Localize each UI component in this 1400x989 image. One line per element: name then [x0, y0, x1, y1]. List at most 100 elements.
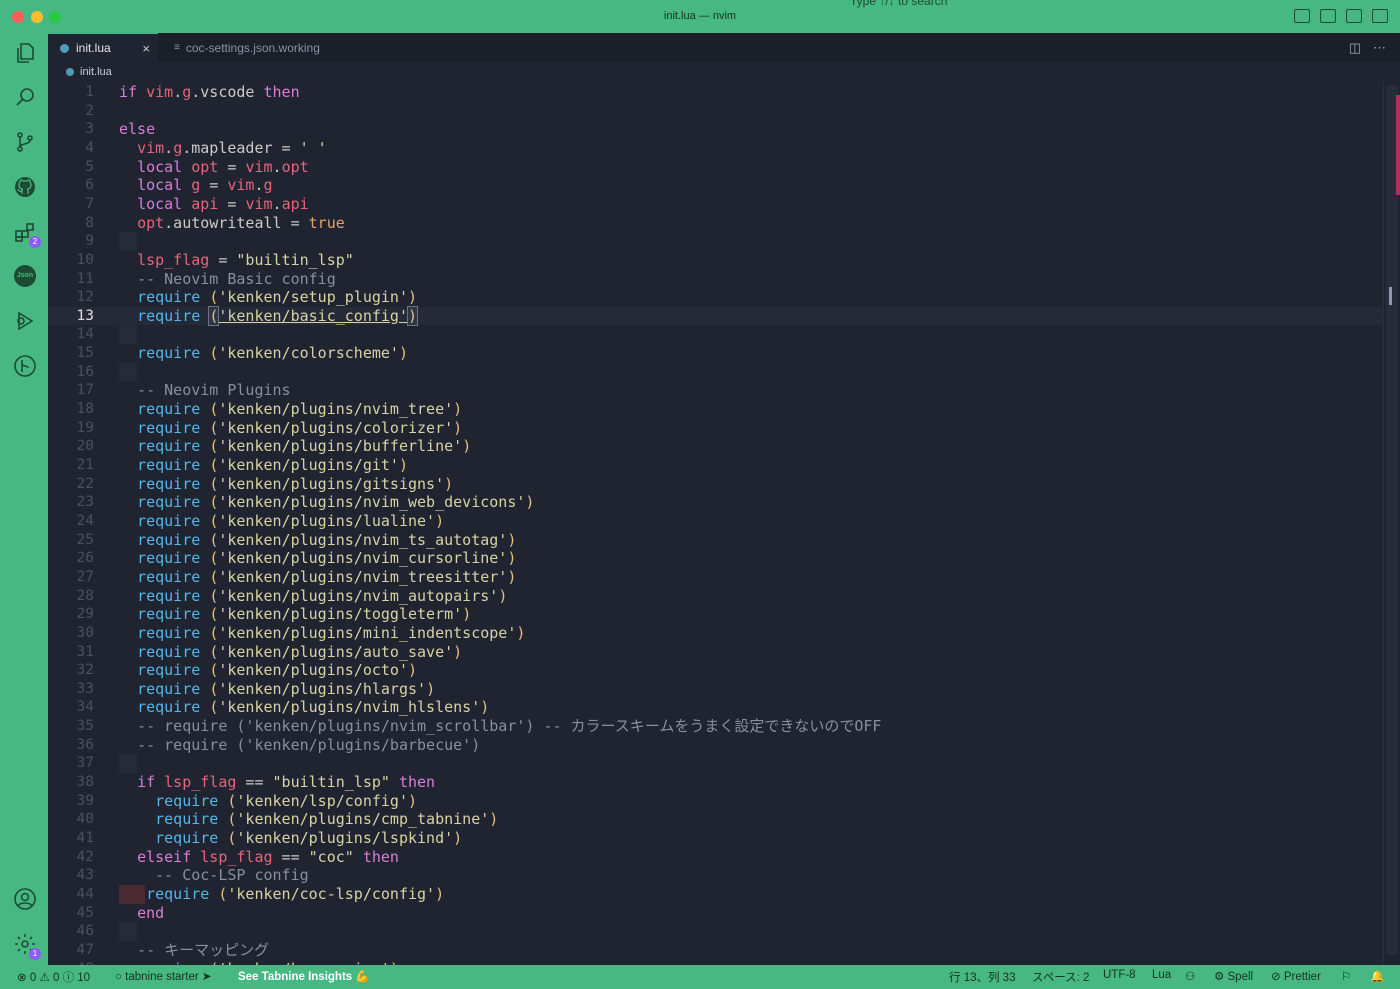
feedback-icon[interactable]: ⚐: [1341, 969, 1351, 983]
code-line[interactable]: 15 require ('kenken/colorscheme'): [48, 344, 1383, 363]
close-tab-icon[interactable]: ×: [142, 41, 150, 56]
notifications-bell-icon[interactable]: 🔔: [1370, 969, 1384, 983]
settings-gear-icon[interactable]: 1: [12, 931, 41, 960]
git-graph-icon[interactable]: [12, 353, 38, 379]
tabnine-label: tabnine starter: [125, 971, 199, 983]
line-number: 33: [76, 680, 94, 697]
code-text: require ('kenken/plugins/nvim_ts_autotag…: [137, 530, 517, 549]
json-icon[interactable]: Json: [12, 263, 38, 289]
code-line[interactable]: 39 require ('kenken/lsp/config'): [48, 792, 1383, 811]
code-line[interactable]: 14: [48, 325, 1383, 345]
prettier-label: Prettier: [1283, 971, 1321, 983]
code-line[interactable]: 9: [48, 232, 1383, 251]
search-icon[interactable]: [12, 84, 38, 110]
code-line[interactable]: 10 lsp_flag = "builtin_lsp": [48, 251, 1383, 270]
command-search[interactable]: Type ↑/↓ to search: [850, 0, 947, 8]
spell-status[interactable]: ⚙ Spell: [1214, 969, 1253, 983]
code-line[interactable]: 19 require ('kenken/plugins/colorizer'): [48, 419, 1383, 438]
toggle-primary-sidebar-icon[interactable]: [1294, 9, 1310, 23]
code-text: require ('kenken/plugins/nvim_hlslens'): [137, 698, 490, 717]
code-line[interactable]: 21 require ('kenken/plugins/git'): [48, 456, 1383, 475]
indentation[interactable]: スペース: 2: [1032, 969, 1089, 985]
code-line[interactable]: 33 require ('kenken/plugins/hlargs'): [48, 680, 1383, 699]
code-line[interactable]: 27 require ('kenken/plugins/nvim_treesit…: [48, 568, 1383, 587]
code-line[interactable]: 8 opt.autowriteall = true: [48, 214, 1383, 233]
files-icon[interactable]: [12, 40, 38, 66]
code-line[interactable]: 16: [48, 362, 1383, 382]
code-line[interactable]: 43 -- Coc-LSP config: [48, 866, 1383, 885]
code-line[interactable]: 23 require ('kenken/plugins/nvim_web_dev…: [48, 493, 1383, 512]
toggle-panel-icon[interactable]: [1320, 9, 1336, 23]
code-line[interactable]: 2: [48, 102, 1383, 121]
tabnine-insights-link[interactable]: See Tabnine Insights 💪: [238, 969, 370, 983]
code-line[interactable]: 28 require ('kenken/plugins/nvim_autopai…: [48, 587, 1383, 606]
line-number: 19: [76, 419, 94, 436]
line-number: 15: [76, 345, 94, 362]
code-line[interactable]: 7 local api = vim.api: [48, 195, 1383, 214]
code-text: end: [137, 903, 165, 922]
cursor-position[interactable]: 行 13、列 33: [949, 969, 1015, 985]
code-line[interactable]: 22 require ('kenken/plugins/gitsigns'): [48, 475, 1383, 494]
language-mode[interactable]: Lua: [1152, 969, 1171, 981]
tabnine-status[interactable]: ○ tabnine starter ➤: [115, 969, 212, 983]
error-count: 0: [29, 972, 37, 984]
code-line[interactable]: 44 require ('kenken/coc-lsp/config'): [48, 884, 1383, 904]
code-line[interactable]: 12 require ('kenken/setup_plugin'): [48, 288, 1383, 307]
github-icon[interactable]: [12, 174, 38, 200]
code-line[interactable]: 31 require ('kenken/plugins/auto_save'): [48, 643, 1383, 662]
customize-layout-icon[interactable]: [1372, 9, 1388, 23]
code-text: require ('kenken/plugins/colorizer'): [137, 418, 463, 437]
line-number: 47: [76, 941, 94, 958]
code-line[interactable]: 5 local opt = vim.opt: [48, 158, 1383, 177]
tab-init-lua[interactable]: init.lua ×: [48, 33, 158, 62]
extensions-icon[interactable]: 2: [12, 219, 41, 248]
code-line[interactable]: 40 require ('kenken/plugins/cmp_tabnine'…: [48, 810, 1383, 829]
line-number: 7: [85, 195, 94, 212]
code-line[interactable]: 47 -- キーマッピング: [48, 941, 1383, 960]
code-line[interactable]: 11 -- Neovim Basic config: [48, 270, 1383, 289]
problems-indicator[interactable]: ⊗ 0 ⚠ 0 ⓘ 10: [17, 969, 90, 985]
scrollbar-thumb[interactable]: [1386, 85, 1398, 955]
code-line[interactable]: 25 require ('kenken/plugins/nvim_ts_auto…: [48, 531, 1383, 550]
tabnine-icon: ○: [115, 971, 122, 983]
code-line[interactable]: 38 if lsp_flag == "builtin_lsp" then: [48, 773, 1383, 792]
warning-count: 0: [52, 972, 60, 984]
code-line[interactable]: 20 require ('kenken/plugins/bufferline'): [48, 437, 1383, 456]
encoding[interactable]: UTF-8: [1103, 969, 1136, 981]
code-text: local g = vim.g: [137, 176, 273, 195]
account-icon[interactable]: [12, 886, 38, 912]
code-line[interactable]: 6 local g = vim.g: [48, 176, 1383, 195]
code-line[interactable]: 3 else: [48, 120, 1383, 139]
code-line[interactable]: 17 -- Neovim Plugins: [48, 381, 1383, 400]
code-line[interactable]: 36 -- require ('kenken/plugins/barbecue'…: [48, 736, 1383, 755]
code-line[interactable]: 13 require ('kenken/basic_config'): [48, 305, 1383, 326]
code-line[interactable]: 46: [48, 922, 1383, 941]
code-line[interactable]: 4 vim.g.mapleader = ' ': [48, 139, 1383, 158]
line-number: 28: [76, 587, 94, 604]
code-line[interactable]: 34 require ('kenken/plugins/nvim_hlslens…: [48, 698, 1383, 717]
more-actions-icon[interactable]: ⋯: [1373, 40, 1386, 56]
code-line[interactable]: 18 require ('kenken/plugins/nvim_tree'): [48, 400, 1383, 419]
code-line[interactable]: 24 require ('kenken/plugins/lualine'): [48, 512, 1383, 531]
split-editor-icon[interactable]: ◫: [1349, 40, 1361, 56]
code-editor[interactable]: 1 if vim.g.vscode then 2 3 else 4 vim.g.maple…: [48, 82, 1383, 965]
editor-scrollbar[interactable]: [1383, 82, 1400, 965]
code-line[interactable]: 35 -- require ('kenken/plugins/nvim_scro…: [48, 717, 1383, 736]
code-line[interactable]: 42 elseif lsp_flag == "coc" then: [48, 848, 1383, 867]
code-line[interactable]: 37: [48, 754, 1383, 774]
prettier-status[interactable]: ⊘ Prettier: [1271, 969, 1321, 983]
run-debug-icon[interactable]: [12, 308, 38, 334]
code-line[interactable]: 41 require ('kenken/plugins/lspkind'): [48, 829, 1383, 848]
code-line[interactable]: 26 require ('kenken/plugins/nvim_cursorl…: [48, 549, 1383, 568]
source-control-icon[interactable]: [12, 129, 38, 155]
copilot-icon[interactable]: ⚇: [1185, 969, 1195, 983]
breadcrumb-file[interactable]: init.lua: [80, 66, 112, 78]
code-line[interactable]: 30 require ('kenken/plugins/mini_indents…: [48, 624, 1383, 643]
code-line[interactable]: 45 end: [48, 904, 1383, 923]
toggle-secondary-sidebar-icon[interactable]: [1346, 9, 1362, 23]
code-text: require ('kenken/lsp/config'): [155, 791, 418, 810]
tab-coc-settings[interactable]: ≡ coc-settings.json.working: [162, 33, 362, 62]
code-line[interactable]: 29 require ('kenken/plugins/toggleterm'): [48, 605, 1383, 624]
code-line[interactable]: 1 if vim.g.vscode then: [48, 83, 1383, 102]
code-line[interactable]: 32 require ('kenken/plugins/octo'): [48, 661, 1383, 680]
